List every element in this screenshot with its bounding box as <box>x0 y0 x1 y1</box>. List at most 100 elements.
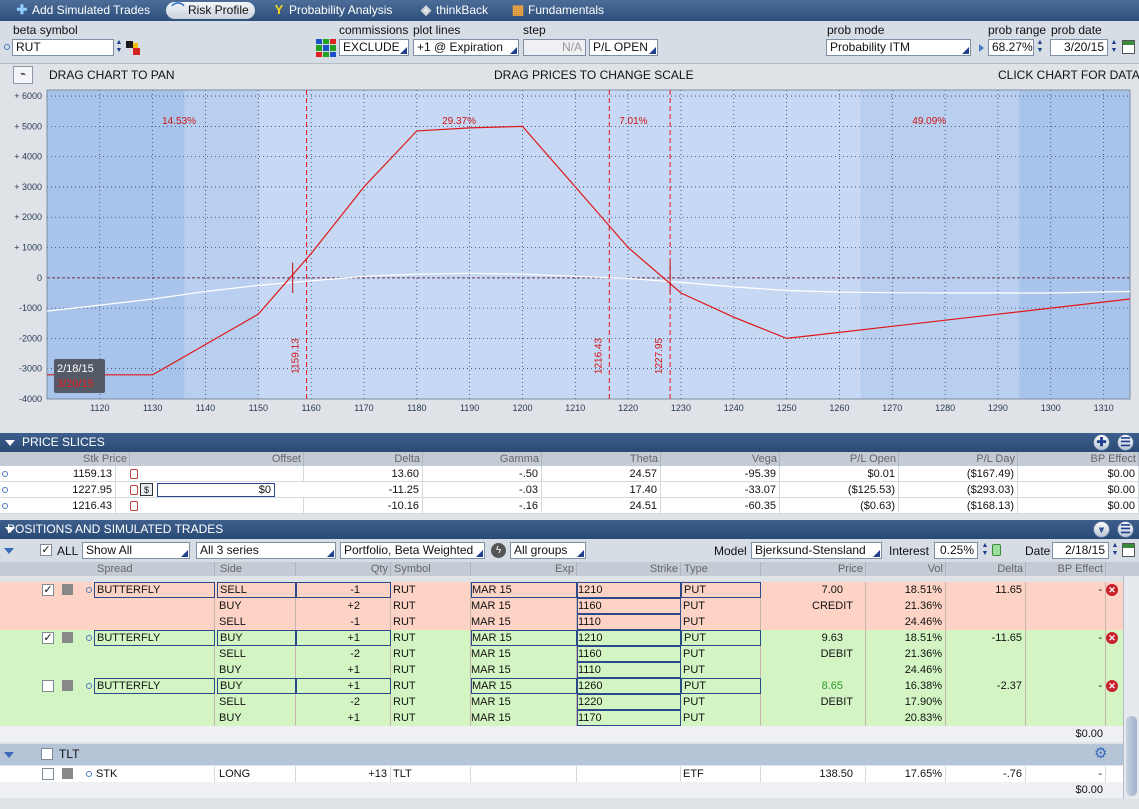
leg-side[interactable]: SELL <box>217 582 296 598</box>
position-leg-row[interactable]: ✓ BUTTERFLY 9.63 -11.65- ✕ BUY +1 RUT MAR 15 1210… <box>0 630 1123 646</box>
tlt-checkbox[interactable] <box>41 748 53 760</box>
leg-strike[interactable]: 1160 <box>577 646 681 662</box>
leg-side[interactable]: BUY <box>217 678 296 694</box>
col-vega[interactable]: Vega <box>661 452 780 466</box>
tab-risk-profile[interactable]: ⌒ Risk Profile <box>166 2 255 19</box>
position-leg-row[interactable]: SELL -1 RUT MAR 15 1110 PUT 24.46% <box>0 614 1123 630</box>
series-filter-dropdown[interactable]: All 3 series <box>196 542 336 559</box>
pos-col-vol[interactable]: Vol <box>866 562 946 576</box>
tab-add-simulated-trades[interactable]: ✚ Add Simulated Trades <box>10 2 156 19</box>
prob-range-input[interactable]: 68.27% <box>988 39 1034 56</box>
price-slice-row[interactable]: 1227.95 $0 -11.25 -.03 17.40 -33.07 ($125.53)(… <box>0 482 1139 498</box>
prob-mode-dropdown[interactable]: Probability ITM <box>826 39 971 56</box>
pos-col-side[interactable]: Side <box>217 562 296 576</box>
tab-fundamentals[interactable]: ▦ Fundamentals <box>506 2 610 19</box>
slice-price[interactable]: 1159.13 <box>0 466 116 482</box>
leg-strike[interactable]: 1220 <box>577 694 681 710</box>
commissions-dropdown[interactable]: EXCLUDE <box>339 39 409 56</box>
leg-strike[interactable]: 1170 <box>577 710 681 726</box>
price-slice-row[interactable]: 1159.13 13.60 -.50 24.57 -95.39 $0.01 ($167.49… <box>0 466 1139 482</box>
prob-date-spinner[interactable]: ▲ ▼ <box>1109 39 1119 56</box>
step-input[interactable]: N/A <box>523 39 586 56</box>
col-theta[interactable]: Theta <box>542 452 661 466</box>
position-price[interactable]: 8.65 <box>761 678 866 694</box>
tlt-position-row[interactable]: STK LONG +13 TLT ETF 138.50 17.65% -.76- <box>0 766 1123 782</box>
pos-col-delta[interactable]: Delta <box>946 562 1026 576</box>
pl-mode-dropdown[interactable]: P/L OPEN <box>589 39 658 56</box>
price-lock-icon[interactable] <box>130 485 138 495</box>
interest-spinner[interactable]: ▲ ▼ <box>980 542 990 559</box>
chart-style-icon[interactable]: ⌁ <box>13 66 33 84</box>
col-bp-effect[interactable]: BP Effect <box>1018 452 1139 466</box>
spread-dropdown[interactable]: BUTTERFLY <box>94 582 215 598</box>
tab-thinkback[interactable]: ◈ thinkBack <box>414 2 494 19</box>
groups-dropdown[interactable]: All groups <box>510 542 586 559</box>
risk-profile-chart[interactable]: 1120 1130 1140 1150 1160 1170 1180 1190 1200 1210… <box>0 86 1139 431</box>
leg-strike[interactable]: 1110 <box>577 614 681 630</box>
price-lock-icon[interactable] <box>130 501 138 511</box>
weighting-dropdown[interactable]: Portfolio, Beta Weighted <box>340 542 485 559</box>
positions-scrollbar[interactable] <box>1123 576 1139 799</box>
leg-strike[interactable]: 1210 <box>577 630 681 646</box>
leg-qty[interactable]: +1 <box>296 630 391 646</box>
risk-profile-svg[interactable]: 1120 1130 1140 1150 1160 1170 1180 1190 1200 1210… <box>0 86 1139 431</box>
pos-col-price[interactable]: Price <box>761 562 866 576</box>
pos-col-qty[interactable]: Qty <box>296 562 391 576</box>
position-checkbox[interactable] <box>42 680 54 692</box>
position-price[interactable]: 9.63 <box>761 630 866 646</box>
tlt-group-header[interactable]: TLT ⚙ <box>0 744 1123 765</box>
scrollbar-thumb[interactable] <box>1126 716 1137 796</box>
expand-arrow-icon[interactable] <box>979 44 984 52</box>
slice-offset[interactable] <box>130 466 304 482</box>
prob-date-input[interactable]: 3/20/15 <box>1050 39 1108 56</box>
all-checkbox[interactable]: ✓ <box>40 544 52 556</box>
col-pl-open[interactable]: P/L Open <box>780 452 899 466</box>
col-delta[interactable]: Delta <box>304 452 423 466</box>
slice-offset[interactable] <box>130 498 304 514</box>
leg-exp[interactable]: MAR 15 <box>471 630 577 646</box>
leg-strike[interactable]: 1260 <box>577 678 681 694</box>
price-slice-row[interactable]: 1216.43 -10.16 -.16 24.51 -60.35 ($0.63) ($168… <box>0 498 1139 514</box>
position-leg-row[interactable]: BUY +1 RUT MAR 15 1170 PUT 20.83% <box>0 710 1123 726</box>
position-leg-row[interactable]: ✓ BUTTERFLY 7.00 11.65- ✕ SELL -1 RUT MAR 15 1210… <box>0 582 1123 598</box>
collapse-tlt-icon[interactable] <box>4 752 14 758</box>
position-leg-row[interactable]: CREDIT BUY +2 RUT MAR 15 1160 PUT 21.36% <box>0 598 1123 614</box>
collapse-all-button[interactable]: ⩔ <box>1093 521 1110 538</box>
position-checkbox[interactable]: ✓ <box>42 584 54 596</box>
grid-color-icon[interactable] <box>316 39 336 57</box>
leg-exp[interactable]: MAR 15 <box>471 678 577 694</box>
beta-symbol-input[interactable]: RUT <box>12 39 114 56</box>
date-input[interactable]: 2/18/15 <box>1052 542 1109 559</box>
leg-type[interactable]: PUT <box>681 582 761 598</box>
leg-qty[interactable]: -1 <box>296 582 391 598</box>
date-calendar-icon[interactable] <box>1122 543 1135 557</box>
lightning-icon[interactable]: ϟ <box>491 543 506 558</box>
slice-price[interactable]: 1227.95 <box>0 482 116 498</box>
tab-probability-analysis[interactable]: Y Probability Analysis <box>267 2 398 19</box>
lock-icon[interactable] <box>992 544 1001 556</box>
price-slices-menu-icon[interactable]: ☰ <box>1117 434 1134 451</box>
price-lock-icon[interactable] <box>130 469 138 479</box>
model-dropdown[interactable]: Bjerksund-Stensland <box>751 542 882 559</box>
position-checkbox[interactable]: ✓ <box>42 632 54 644</box>
date-spinner[interactable]: ▲ ▼ <box>1110 542 1120 559</box>
position-leg-row[interactable]: BUTTERFLY 8.65 -2.37- ✕ BUY +1 RUT MAR 15 1260 PU… <box>0 678 1123 694</box>
leg-exp[interactable]: MAR 15 <box>471 582 577 598</box>
pos-col-symbol[interactable]: Symbol <box>391 562 471 576</box>
leg-side[interactable]: BUY <box>217 630 296 646</box>
position-leg-row[interactable]: BUY +1 RUT MAR 15 1110 PUT 24.46% <box>0 662 1123 678</box>
gear-icon[interactable]: ⚙ <box>1094 746 1110 762</box>
positions-menu-icon[interactable]: ☰ <box>1117 521 1134 538</box>
calendar-icon[interactable] <box>1122 40 1135 54</box>
col-pl-day[interactable]: P/L Day <box>899 452 1018 466</box>
pos-col-spread[interactable]: Spread <box>94 562 215 576</box>
color-picker-icon[interactable] <box>126 41 140 55</box>
position-leg-row[interactable]: DEBIT SELL -2 RUT MAR 15 1160 PUT 21.36% <box>0 646 1123 662</box>
remove-position-icon[interactable]: ✕ <box>1106 680 1118 692</box>
position-leg-row[interactable]: DEBIT SELL -2 RUT MAR 15 1220 PUT 17.90% <box>0 694 1123 710</box>
col-stk-price[interactable]: Stk Price <box>0 452 130 466</box>
leg-qty[interactable]: +1 <box>296 678 391 694</box>
interest-input[interactable]: 0.25% <box>934 542 978 559</box>
pos-col-strike[interactable]: Strike <box>577 562 681 576</box>
dollar-icon[interactable]: $ <box>140 483 153 496</box>
